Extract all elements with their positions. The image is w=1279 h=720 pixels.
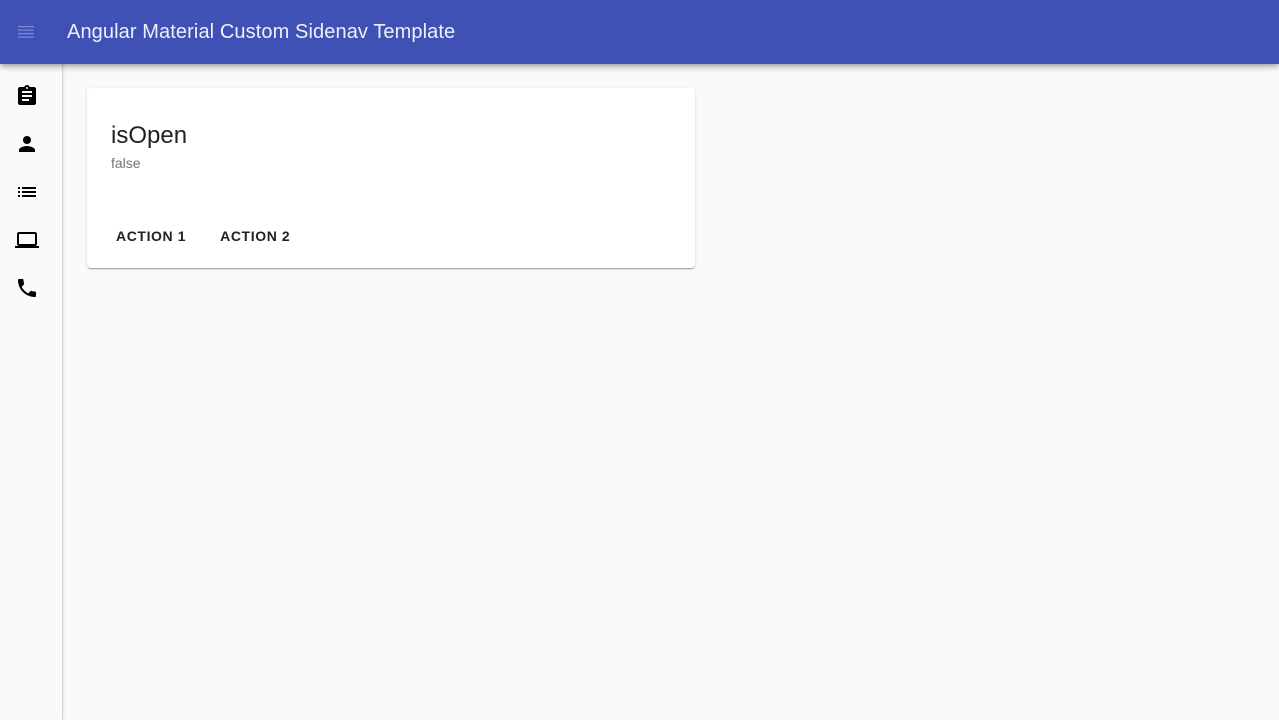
menu-button[interactable] <box>0 0 52 64</box>
sidenav <box>0 64 63 720</box>
assignment-icon <box>18 85 36 105</box>
card-actions: ACTION 1 ACTION 2 <box>103 218 303 254</box>
app-title: Angular Material Custom Sidenav Template <box>67 20 456 43</box>
status-card: isOpen false ACTION 1 ACTION 2 <box>87 88 695 268</box>
sidenav-item-person[interactable] <box>0 120 54 168</box>
card-subtitle: false <box>111 155 141 171</box>
person-icon <box>19 136 35 152</box>
sidenav-item-phone[interactable] <box>0 264 54 312</box>
sidenav-item-list[interactable] <box>0 168 54 216</box>
menu-icon <box>18 26 34 38</box>
action-1-button[interactable]: ACTION 1 <box>103 218 199 254</box>
action-2-button[interactable]: ACTION 2 <box>207 218 303 254</box>
top-toolbar: Angular Material Custom Sidenav Template <box>0 0 1279 64</box>
card-title: isOpen <box>111 122 188 149</box>
list-icon <box>18 187 36 197</box>
laptop-icon <box>15 232 39 248</box>
phone-icon <box>18 279 36 297</box>
main-content: isOpen false ACTION 1 ACTION 2 <box>63 64 1279 720</box>
sidenav-item-assignment[interactable] <box>0 72 54 120</box>
sidenav-item-laptop[interactable] <box>0 216 54 264</box>
